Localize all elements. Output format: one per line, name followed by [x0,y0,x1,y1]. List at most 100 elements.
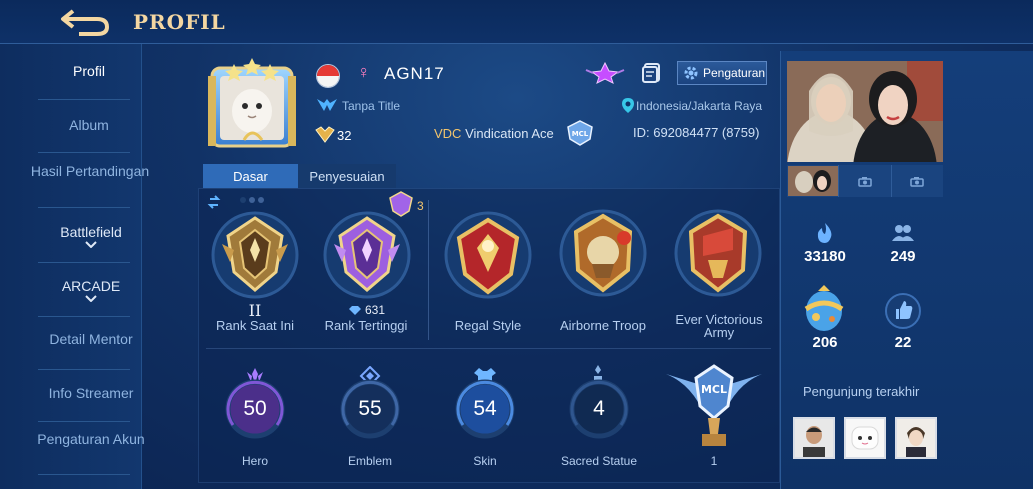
country-flag-icon [316,64,340,88]
sidebar-item-album[interactable]: Album [12,118,166,133]
photo-thumbnails [787,165,943,197]
divider [428,200,429,340]
sidebar: Profil Album Hasil Pertandingan Battlefi… [0,44,149,489]
followers-icon [892,225,914,241]
airborne-troop-label: Airborne Troop [560,318,646,333]
camera-icon [910,176,925,187]
sidebar-item-arcade[interactable]: ARCADE [16,279,166,302]
skin-count-label: Skin [473,454,497,468]
gifts-value: 206 [812,334,838,351]
photo-thumbnail[interactable] [787,165,840,197]
sidebar-item-profil[interactable]: Profil [12,64,166,79]
svg-text:MCL: MCL [701,383,727,396]
rank-current-tier: II [248,301,262,320]
like-thumbs-up-icon[interactable] [884,292,922,330]
squad-tag: VDC [434,126,462,141]
player-location: Indonesia/Jakarta Raya [636,99,763,113]
squad-full-name: Vindication Ace [465,126,554,141]
likes-value: 22 [894,334,912,351]
mcl-badge-icon: MCL [567,120,593,146]
profile-tabs: Dasar Penyesuaian [203,164,396,188]
sidebar-divider [38,421,130,422]
sacred-statue-count-label: Sacred Statue [560,454,638,468]
tab-penyesuaian[interactable]: Penyesuaian [298,164,396,188]
followers-value: 249 [890,248,916,265]
sidebar-divider [38,207,130,208]
avatar-frame-icon [208,58,296,148]
popularity-value: 33180 [804,248,846,265]
sidebar-item-detail-mentor[interactable]: Detail Mentor [16,332,166,347]
ever-victorious-army-label: Ever Victorious Army [675,312,763,340]
gender-female-icon: ♀ [357,62,371,82]
mcl-trophy-icon[interactable]: MCL [664,362,764,450]
gift-egg-icon[interactable] [800,283,848,333]
location-pin-icon [622,98,634,113]
visitor-avatar[interactable] [793,417,835,459]
emblem-count-value: 55 [358,397,382,420]
visitor-avatar-image [846,419,884,457]
player-title[interactable]: Tanpa Title [342,99,400,113]
airborne-troop-medal-icon[interactable] [558,208,648,298]
emblem-count-label: Emblem [347,454,392,468]
svg-text:MCL: MCL [572,130,589,138]
back-button[interactable] [55,4,115,40]
rank-current-label: Rank Saat Ini [215,318,295,333]
recent-visitors-title: Pengunjung terakhir [803,384,920,399]
card-icon[interactable] [641,62,663,84]
ever-victorious-army-medal-icon[interactable] [673,208,763,298]
squad-name[interactable]: VDC Vindication Ace [434,126,554,141]
hero-count-value: 50 [243,397,267,420]
camera-icon [858,176,872,187]
rank-current-icon[interactable] [210,210,300,300]
sidebar-item-hasil-pertandingan[interactable]: Hasil Pertandingan [20,164,160,179]
rank-highest-points: 631 [348,303,385,317]
skin-count-value: 54 [473,397,497,420]
regal-style-medal-icon[interactable] [443,210,533,300]
profile-photo[interactable] [787,61,943,162]
sidebar-item-battlefield[interactable]: Battlefield [16,225,166,248]
sidebar-divider [38,369,130,370]
sacred-statue-count-value: 4 [593,397,605,420]
popularity-flame-icon [817,223,832,243]
sidebar-item-pengaturan-akun[interactable]: Pengaturan Akun [16,432,166,447]
sidebar-item-label: Battlefield [60,224,122,240]
divider [206,348,771,349]
sidebar-divider [38,99,130,100]
swap-icon[interactable] [207,195,221,209]
top-bar: PROFIL [0,0,1033,44]
star-emblem-icon[interactable] [585,62,625,84]
profile-avatar[interactable] [204,56,300,154]
settings-button[interactable]: Pengaturan [677,61,767,85]
diamond-icon [349,305,361,315]
chevron-down-icon [85,295,97,302]
page-dots [240,197,266,203]
gear-icon [684,66,698,80]
profile-photo-image [787,61,943,162]
player-level: 32 [337,128,352,143]
tab-dasar[interactable]: Dasar [203,164,298,188]
rank-highest-icon[interactable] [322,210,412,300]
visitor-avatar[interactable] [844,417,886,459]
page-title: PROFIL [133,9,226,34]
level-badge-icon [315,126,335,143]
visitor-avatar[interactable] [895,417,937,459]
sidebar-item-label: ARCADE [61,278,121,294]
visitor-avatar-image [897,419,935,457]
photo-slot-empty[interactable] [892,165,943,197]
chevron-down-icon [85,241,97,248]
visitor-avatar-image [795,419,833,457]
small-badge-count: 3 [417,199,424,213]
player-name: AGN17 [384,64,445,83]
sidebar-divider [38,262,130,263]
sidebar-divider [38,474,130,475]
settings-label: Pengaturan [703,66,766,80]
sidebar-divider [38,152,130,153]
photo-thumbnail-image [787,166,838,196]
regal-style-label: Regal Style [454,318,522,333]
back-arrow-icon [61,8,110,36]
sidebar-divider [38,316,130,317]
rank-highest-label: Rank Tertinggi [324,318,408,333]
sidebar-item-info-streamer[interactable]: Info Streamer [16,386,166,401]
hero-count-label: Hero [241,454,268,468]
photo-slot-empty[interactable] [839,165,892,197]
